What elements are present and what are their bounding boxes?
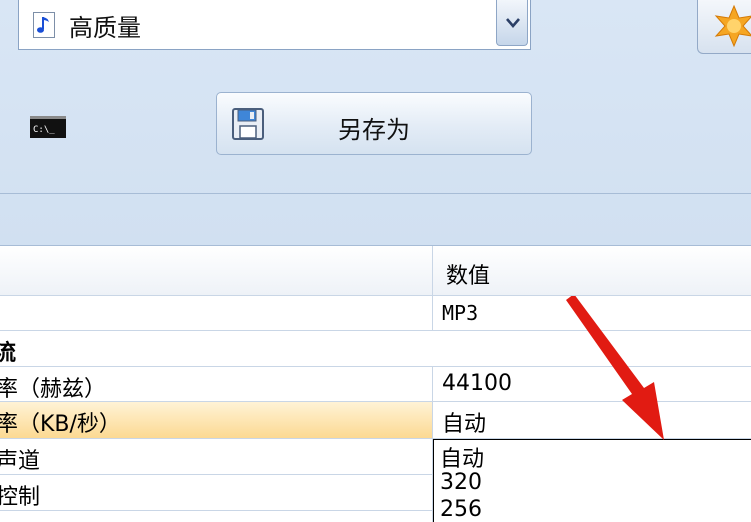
preset-dropdown[interactable]: 高质量 (18, 0, 531, 50)
property-name-cell: 流 (0, 331, 433, 366)
bitrate-options-list[interactable]: 自动 320 256 (433, 439, 751, 522)
save-as-label: 另存为 (338, 116, 410, 144)
property-name: 声道 (0, 449, 41, 474)
property-name-cell (0, 511, 433, 522)
music-note-icon (33, 12, 55, 38)
property-name-cell: 率（赫兹） (0, 367, 433, 402)
grid-header: 数值 (0, 246, 751, 296)
save-as-button[interactable]: 另存为 (216, 92, 532, 155)
property-name-cell: 声道 (0, 439, 433, 474)
command-prompt-icon[interactable]: C:\_ (30, 116, 66, 138)
chevron-down-icon (506, 18, 520, 28)
preset-value: 高质量 (69, 14, 141, 42)
red-arrow-annotation (566, 296, 664, 440)
property-name-cell (0, 296, 433, 330)
property-value: 44100 (442, 371, 512, 396)
property-name: 率（赫兹） (0, 377, 107, 402)
property-name: 控制 (0, 485, 41, 510)
property-name-cell: 控制 (0, 475, 433, 510)
property-name-cell: 率（KB/秒） (0, 402, 433, 438)
option-256[interactable]: 256 (440, 497, 482, 522)
star-burst-icon (714, 4, 751, 48)
property-name: 流 (0, 341, 17, 366)
property-value: MP3 (442, 301, 479, 325)
header-value-cell: 数值 (434, 246, 751, 295)
svg-text:C:\_: C:\_ (33, 125, 55, 135)
header-name-cell (0, 246, 433, 295)
property-value: 自动 (442, 412, 487, 437)
option-320[interactable]: 320 (440, 470, 482, 495)
dropdown-button[interactable] (496, 0, 528, 46)
header-value-label: 数值 (446, 264, 491, 289)
property-name: 率（KB/秒） (0, 412, 121, 437)
option-auto[interactable]: 自动 (440, 441, 484, 473)
divider (0, 193, 751, 194)
convert-button[interactable] (697, 0, 751, 54)
